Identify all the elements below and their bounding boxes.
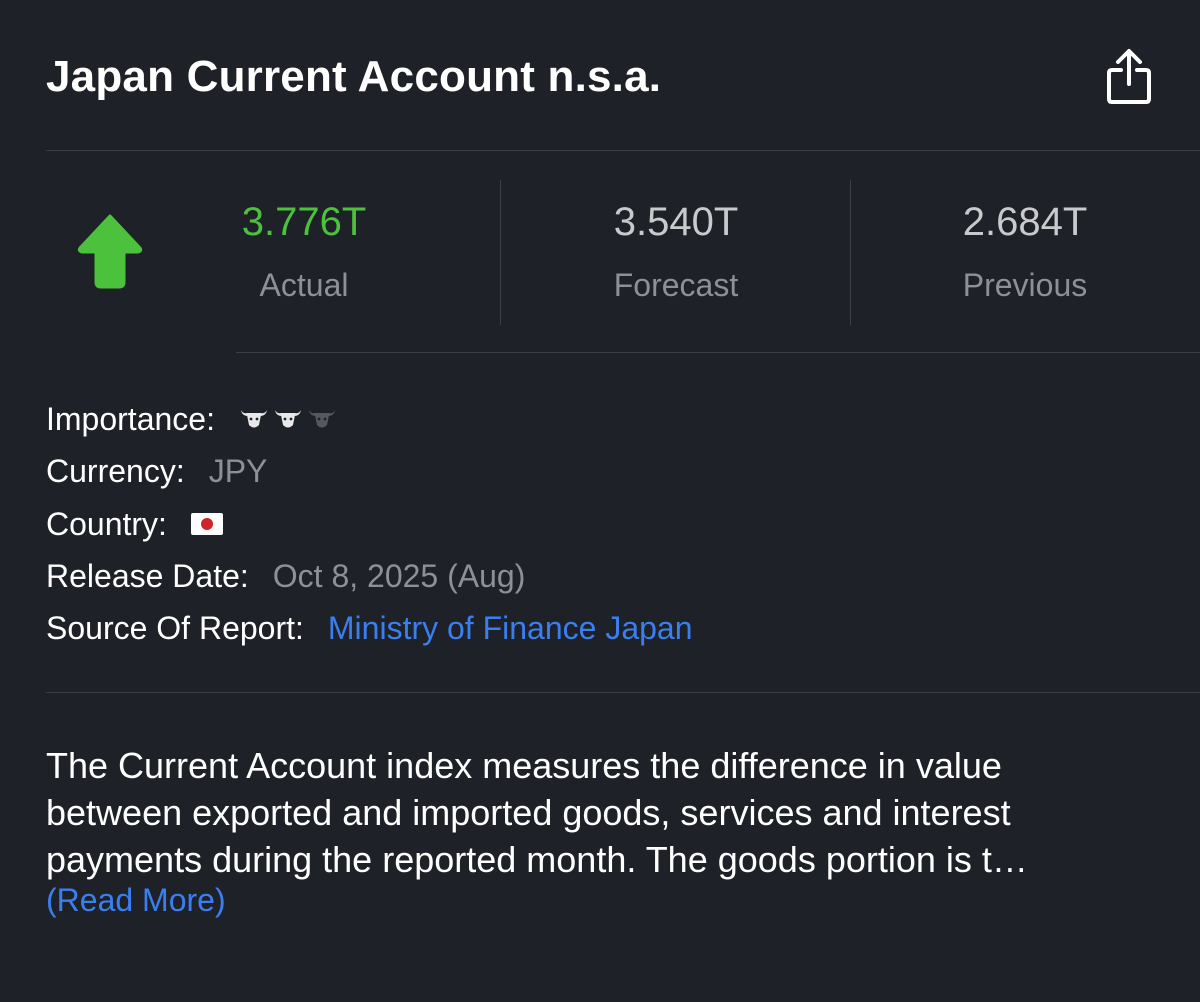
bull-icon xyxy=(240,410,267,428)
share-icon xyxy=(1107,49,1151,104)
source-link[interactable]: Ministry of Finance Japan xyxy=(328,608,693,648)
importance-label: Importance: xyxy=(46,401,215,437)
bull-icon xyxy=(274,410,301,428)
source-row: Source Of Report: Ministry of Finance Ja… xyxy=(46,608,693,648)
actual-value: 3.776T xyxy=(241,200,367,244)
forecast-stat: 3.540T Forecast xyxy=(526,198,826,304)
description-line: The Current Account index measures the d… xyxy=(46,745,1002,786)
previous-stat: 2.684T Previous xyxy=(875,198,1175,304)
description: The Current Account index measures the d… xyxy=(46,742,1166,883)
page-title: Japan Current Account n.s.a. xyxy=(46,52,662,101)
actual-label: Actual xyxy=(259,267,349,303)
importance-row: Importance: xyxy=(46,399,337,439)
forecast-value: 3.540T xyxy=(613,200,739,244)
currency-value: JPY xyxy=(208,453,268,489)
release-date-label: Release Date: xyxy=(46,558,249,594)
country-label: Country: xyxy=(46,506,167,542)
release-date-row: Release Date: Oct 8, 2025 (Aug) xyxy=(46,556,525,596)
japan-flag-icon xyxy=(190,513,223,535)
header-divider xyxy=(46,150,1200,151)
bull-icon-inactive xyxy=(308,410,335,428)
up-arrow-icon xyxy=(77,214,143,289)
details-divider xyxy=(46,692,1200,693)
importance-rating xyxy=(239,407,337,431)
previous-label: Previous xyxy=(962,267,1088,303)
previous-value: 2.684T xyxy=(962,200,1088,244)
stat-separator xyxy=(500,180,501,325)
read-more-link[interactable]: (Read More) xyxy=(46,880,226,920)
currency-row: Currency: JPY xyxy=(46,451,267,491)
share-button[interactable] xyxy=(1104,48,1154,106)
release-date-value: Oct 8, 2025 (Aug) xyxy=(272,558,526,594)
source-label: Source Of Report: xyxy=(46,610,304,646)
stats-divider xyxy=(236,352,1200,353)
forecast-label: Forecast xyxy=(613,267,739,303)
description-line: payments during the reported month. The … xyxy=(46,839,1028,880)
currency-label: Currency: xyxy=(46,453,185,489)
actual-stat: 3.776T Actual xyxy=(154,198,454,304)
stat-separator xyxy=(850,180,851,325)
description-line: between exported and imported goods, ser… xyxy=(46,792,1011,833)
country-row: Country: xyxy=(46,504,223,544)
